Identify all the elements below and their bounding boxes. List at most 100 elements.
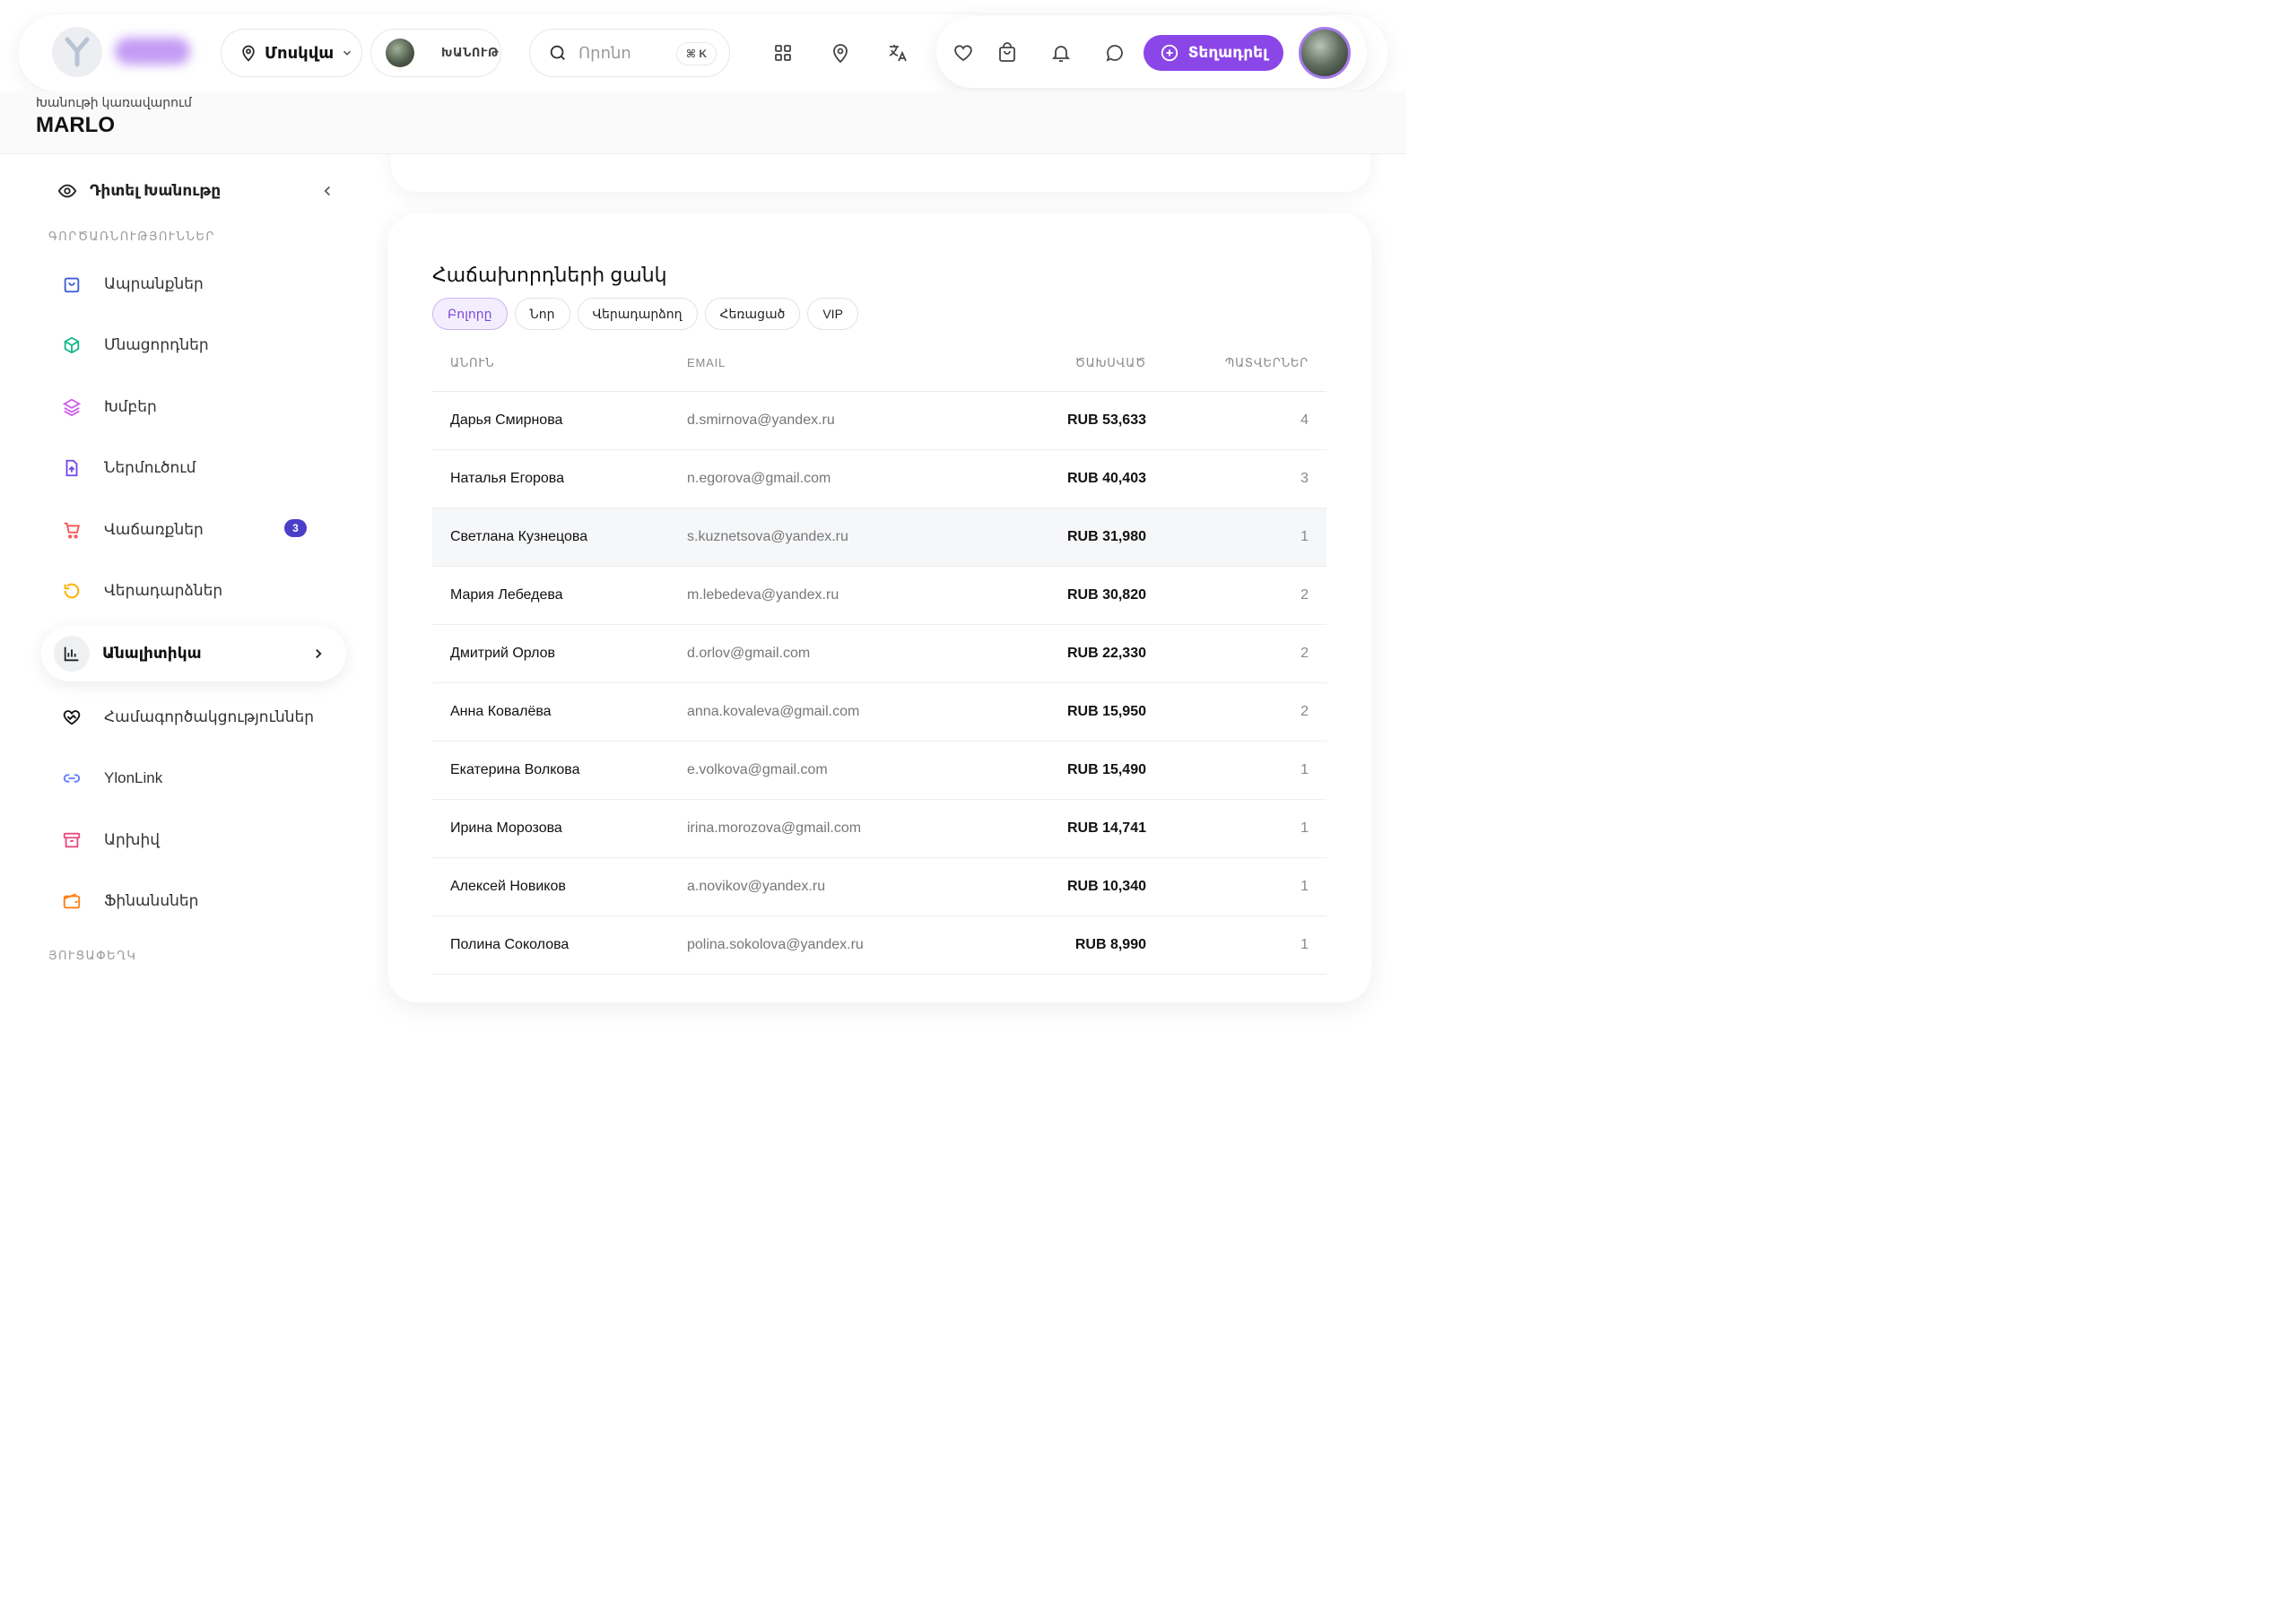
post-button-label: Տեղադրել bbox=[1187, 44, 1268, 61]
sidebar-item-returns[interactable]: Վերադարձներ bbox=[41, 563, 346, 619]
sidebar-item-stock[interactable]: Մնացորդներ bbox=[41, 317, 346, 373]
heart-icon[interactable] bbox=[950, 39, 977, 66]
filter-vip[interactable]: VIP bbox=[807, 298, 858, 330]
shopping-bag-icon[interactable] bbox=[994, 39, 1021, 66]
chat-icon[interactable] bbox=[1101, 39, 1128, 66]
cart-icon bbox=[54, 512, 90, 548]
table-row[interactable]: Екатерина Волкова e.volkova@gmail.com RUB … bbox=[432, 741, 1326, 800]
customer-email: n.egorova@gmail.com bbox=[687, 449, 1010, 508]
customer-orders: 2 bbox=[1146, 624, 1326, 683]
customer-filters: Բոլորը Նոր Վերադարձող Հեռացած VIP bbox=[432, 298, 858, 330]
sidebar: Դիտել Խանութը ԳՈՐԾԱՌՆՈՒԹՅՈՒՆՆԵՐ Ապրանքնե… bbox=[0, 154, 377, 989]
post-button[interactable]: Տեղադրել bbox=[1144, 35, 1283, 71]
customer-email: anna.kovaleva@gmail.com bbox=[687, 682, 1010, 742]
customer-orders: 2 bbox=[1146, 566, 1326, 625]
store-header: Խանութի կառավարում MARLO bbox=[0, 91, 1406, 154]
filter-churned[interactable]: Հեռացած bbox=[704, 298, 801, 330]
customer-spent: RUB 15,950 bbox=[1010, 682, 1146, 742]
customer-email: s.kuznetsova@yandex.ru bbox=[687, 508, 1010, 567]
sidebar-item-sales[interactable]: Վաճառքներ 3 bbox=[41, 502, 346, 558]
plus-circle-icon bbox=[1161, 44, 1178, 62]
customer-spent: RUB 40,403 bbox=[1010, 449, 1146, 508]
sidebar-item-archive[interactable]: Արխիվ bbox=[41, 812, 346, 868]
search-icon bbox=[550, 45, 565, 60]
sidebar-item-partnerships[interactable]: Համագործակցություններ bbox=[41, 690, 346, 745]
sidebar-item-label: YlonLink bbox=[104, 769, 163, 786]
table-row[interactable]: Ирина Морозова irina.morozova@gmail.com RU… bbox=[432, 799, 1326, 858]
table-header-row: ԱՆՈՒՆ EMAIL ԾԱԽՍՎԱԾ ՊԱՏՎԵՐՆԵՐ bbox=[432, 335, 1326, 392]
search-input[interactable]: Որոնո bbox=[578, 44, 631, 63]
translate-icon[interactable] bbox=[884, 39, 911, 66]
store-switcher[interactable]: ԽԱՆՈՒԹ bbox=[370, 29, 501, 77]
sidebar-item-groups[interactable]: Խմբեր bbox=[41, 379, 346, 435]
layers-icon bbox=[54, 389, 90, 425]
column-email[interactable]: EMAIL bbox=[687, 335, 1010, 392]
customer-spent: RUB 8,990 bbox=[1010, 915, 1146, 975]
filter-new[interactable]: Նոր bbox=[514, 298, 570, 330]
store-avatar bbox=[386, 39, 414, 67]
customer-spent: RUB 15,490 bbox=[1010, 741, 1146, 800]
table-row[interactable]: Мария Лебедева m.lebedeva@yandex.ru RUB 30… bbox=[432, 566, 1326, 625]
customer-orders: 1 bbox=[1146, 857, 1326, 916]
location-icon[interactable] bbox=[827, 39, 854, 66]
store-title: MARLO bbox=[36, 113, 115, 137]
filter-returning[interactable]: Վերադարձող bbox=[577, 298, 698, 330]
logo[interactable] bbox=[52, 27, 102, 77]
sidebar-item-label: Ներմուծում bbox=[104, 459, 196, 476]
handshake-icon bbox=[54, 699, 90, 735]
sidebar-item-import[interactable]: Ներմուծում bbox=[41, 440, 346, 496]
sidebar-item-ylonlink[interactable]: YlonLink bbox=[41, 751, 346, 806]
city-selector[interactable]: Մոսկվա bbox=[221, 29, 362, 77]
sidebar-item-finances[interactable]: Ֆինանսներ bbox=[41, 873, 346, 929]
city-label: Մոսկվա bbox=[265, 43, 335, 62]
sidebar-item-label: Արխիվ bbox=[104, 831, 161, 848]
section-operations: ԳՈՐԾԱՌՆՈՒԹՅՈՒՆՆԵՐ bbox=[48, 230, 215, 243]
logo-icon bbox=[65, 37, 90, 67]
customer-email: a.novikov@yandex.ru bbox=[687, 857, 1010, 916]
table-row[interactable]: Полина Соколова polina.sokolova@yandex.ru… bbox=[432, 915, 1326, 975]
customer-name: Ирина Морозова bbox=[432, 799, 687, 858]
column-spent[interactable]: ԾԱԽՍՎԱԾ bbox=[1010, 335, 1146, 392]
customer-name: Алексей Новиков bbox=[432, 857, 687, 916]
bell-icon[interactable] bbox=[1048, 39, 1074, 66]
archive-icon bbox=[54, 822, 90, 858]
table-row[interactable]: Светлана Кузнецова s.kuznetsova@yandex.ru… bbox=[432, 508, 1326, 567]
customer-orders: 4 bbox=[1146, 391, 1326, 450]
customer-email: e.volkova@gmail.com bbox=[687, 741, 1010, 800]
apps-grid-icon[interactable] bbox=[770, 39, 796, 66]
column-name[interactable]: ԱՆՈՒՆ bbox=[432, 335, 687, 392]
sidebar-item-label: Ապրանքներ bbox=[104, 275, 204, 292]
customer-name: Мария Лебедева bbox=[432, 566, 687, 625]
table-row[interactable]: Дмитрий Орлов d.orlov@gmail.com RUB 22,330… bbox=[432, 624, 1326, 683]
customers-card: Հաճախորդների ցանկ Բոլորը Նոր Վերադարձող … bbox=[387, 213, 1371, 1002]
search-shortcut: ⌘ K bbox=[675, 42, 717, 65]
file-upload-icon bbox=[54, 450, 90, 486]
sidebar-item-products[interactable]: Ապրանքներ bbox=[41, 256, 346, 312]
sidebar-item-label: Ֆինանսներ bbox=[104, 892, 199, 909]
filter-all[interactable]: Բոլորը bbox=[432, 298, 508, 330]
table-row[interactable]: Анна Ковалёва anna.kovaleva@gmail.com RUB … bbox=[432, 682, 1326, 742]
customer-spent: RUB 30,820 bbox=[1010, 566, 1146, 625]
user-avatar[interactable] bbox=[1299, 27, 1351, 79]
customer-orders: 1 bbox=[1146, 741, 1326, 800]
wallet-icon bbox=[54, 883, 90, 919]
search-bar[interactable]: Որոնո ⌘ K bbox=[529, 29, 730, 77]
table-row[interactable]: Наталья Егорова n.egorova@gmail.com RUB 40… bbox=[432, 449, 1326, 508]
customer-name: Дмитрий Орлов bbox=[432, 624, 687, 683]
customer-spent: RUB 10,340 bbox=[1010, 857, 1146, 916]
customer-name: Дарья Смирнова bbox=[432, 391, 687, 450]
customer-orders: 1 bbox=[1146, 915, 1326, 975]
sidebar-item-analytics[interactable]: Անալիտիկա bbox=[41, 626, 346, 681]
customer-orders: 1 bbox=[1146, 799, 1326, 858]
table-row[interactable]: Алексей Новиков a.novikov@yandex.ru RUB 10… bbox=[432, 857, 1326, 916]
column-orders[interactable]: ՊԱՏՎԵՐՆԵՐ bbox=[1146, 335, 1326, 392]
view-store-label: Դիտել Խանութը bbox=[90, 182, 222, 199]
map-pin-icon bbox=[242, 45, 255, 62]
sidebar-item-label: Վաճառքներ bbox=[104, 521, 204, 538]
customer-spent: RUB 22,330 bbox=[1010, 624, 1146, 683]
collapse-sidebar-icon[interactable] bbox=[319, 183, 335, 199]
view-store-link[interactable]: Դիտել Խանութը bbox=[57, 181, 221, 201]
customer-email: m.lebedeva@yandex.ru bbox=[687, 566, 1010, 625]
customer-name: Наталья Егорова bbox=[432, 449, 687, 508]
table-row[interactable]: Дарья Смирнова d.smirnova@yandex.ru RUB 53… bbox=[432, 391, 1326, 450]
